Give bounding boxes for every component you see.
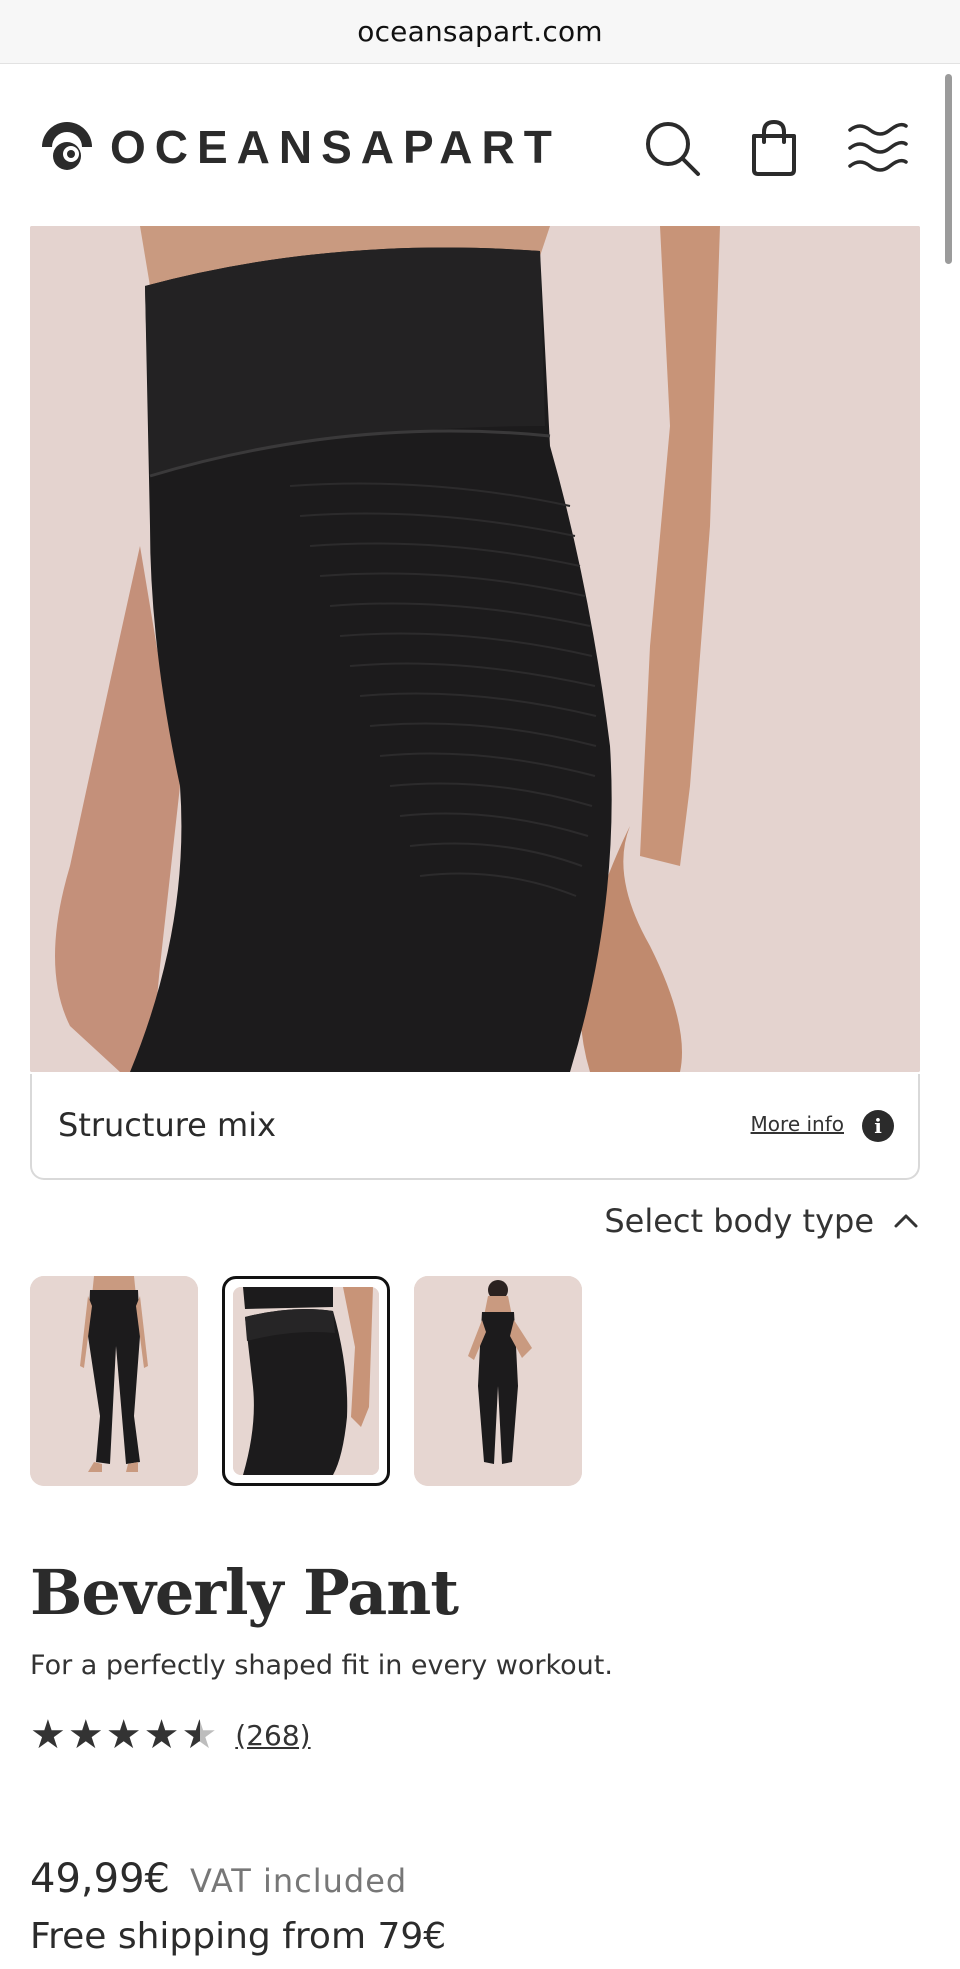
cart-button[interactable] [742,116,806,180]
half-star-icon: ★ [181,1712,220,1758]
bag-icon [752,119,796,176]
image-caption: Structure mix [58,1106,277,1144]
thumbnail-detail-image [233,1287,379,1475]
product-tagline: For a perfectly shaped fit in every work… [30,1650,613,1681]
logo-icon [42,122,92,170]
star-rating-icons: ★★★★★ [30,1712,220,1758]
menu-button[interactable] [844,116,908,180]
image-thumbnails [30,1276,582,1486]
logo-text: OCEANSAPART [110,121,561,173]
menu-icon [848,122,908,172]
shipping-note: Free shipping from 79€ [30,1916,447,1957]
thumbnail-front-image [30,1276,198,1486]
chevron-up-icon [894,1214,918,1228]
thumbnail-front[interactable] [30,1276,198,1486]
url-text: oceansapart.com [357,15,603,48]
vat-note: VAT included [189,1862,408,1900]
search-button[interactable] [640,116,704,180]
review-count: (268) [235,1718,311,1752]
thumbnail-back-image [414,1276,582,1486]
price-block: 49,99€ VAT included [30,1856,407,1902]
site-header: OCEANSAPART [0,64,960,224]
body-type-label: Select body type [604,1202,874,1240]
product-rating[interactable]: ★★★★★ (268) [30,1712,311,1758]
product-title: Beverly Pant [30,1556,459,1629]
leggings-photo [30,226,920,1072]
url-bar[interactable]: oceansapart.com [0,0,960,64]
search-icon [646,122,700,176]
price-amount: 49,99€ [30,1856,170,1902]
more-info-link[interactable]: More info [751,1112,844,1136]
thumbnail-detail-selected[interactable] [222,1276,390,1486]
image-caption-bar: Structure mix More info i [30,1074,920,1180]
product-hero-image[interactable] [30,226,920,1072]
review-count-link[interactable]: (268) [235,1719,310,1752]
brand-logo[interactable]: OCEANSAPART [38,118,561,176]
info-icon[interactable]: i [862,1110,894,1142]
thumbnail-back[interactable] [414,1276,582,1486]
body-type-toggle[interactable]: Select body type [604,1202,920,1240]
